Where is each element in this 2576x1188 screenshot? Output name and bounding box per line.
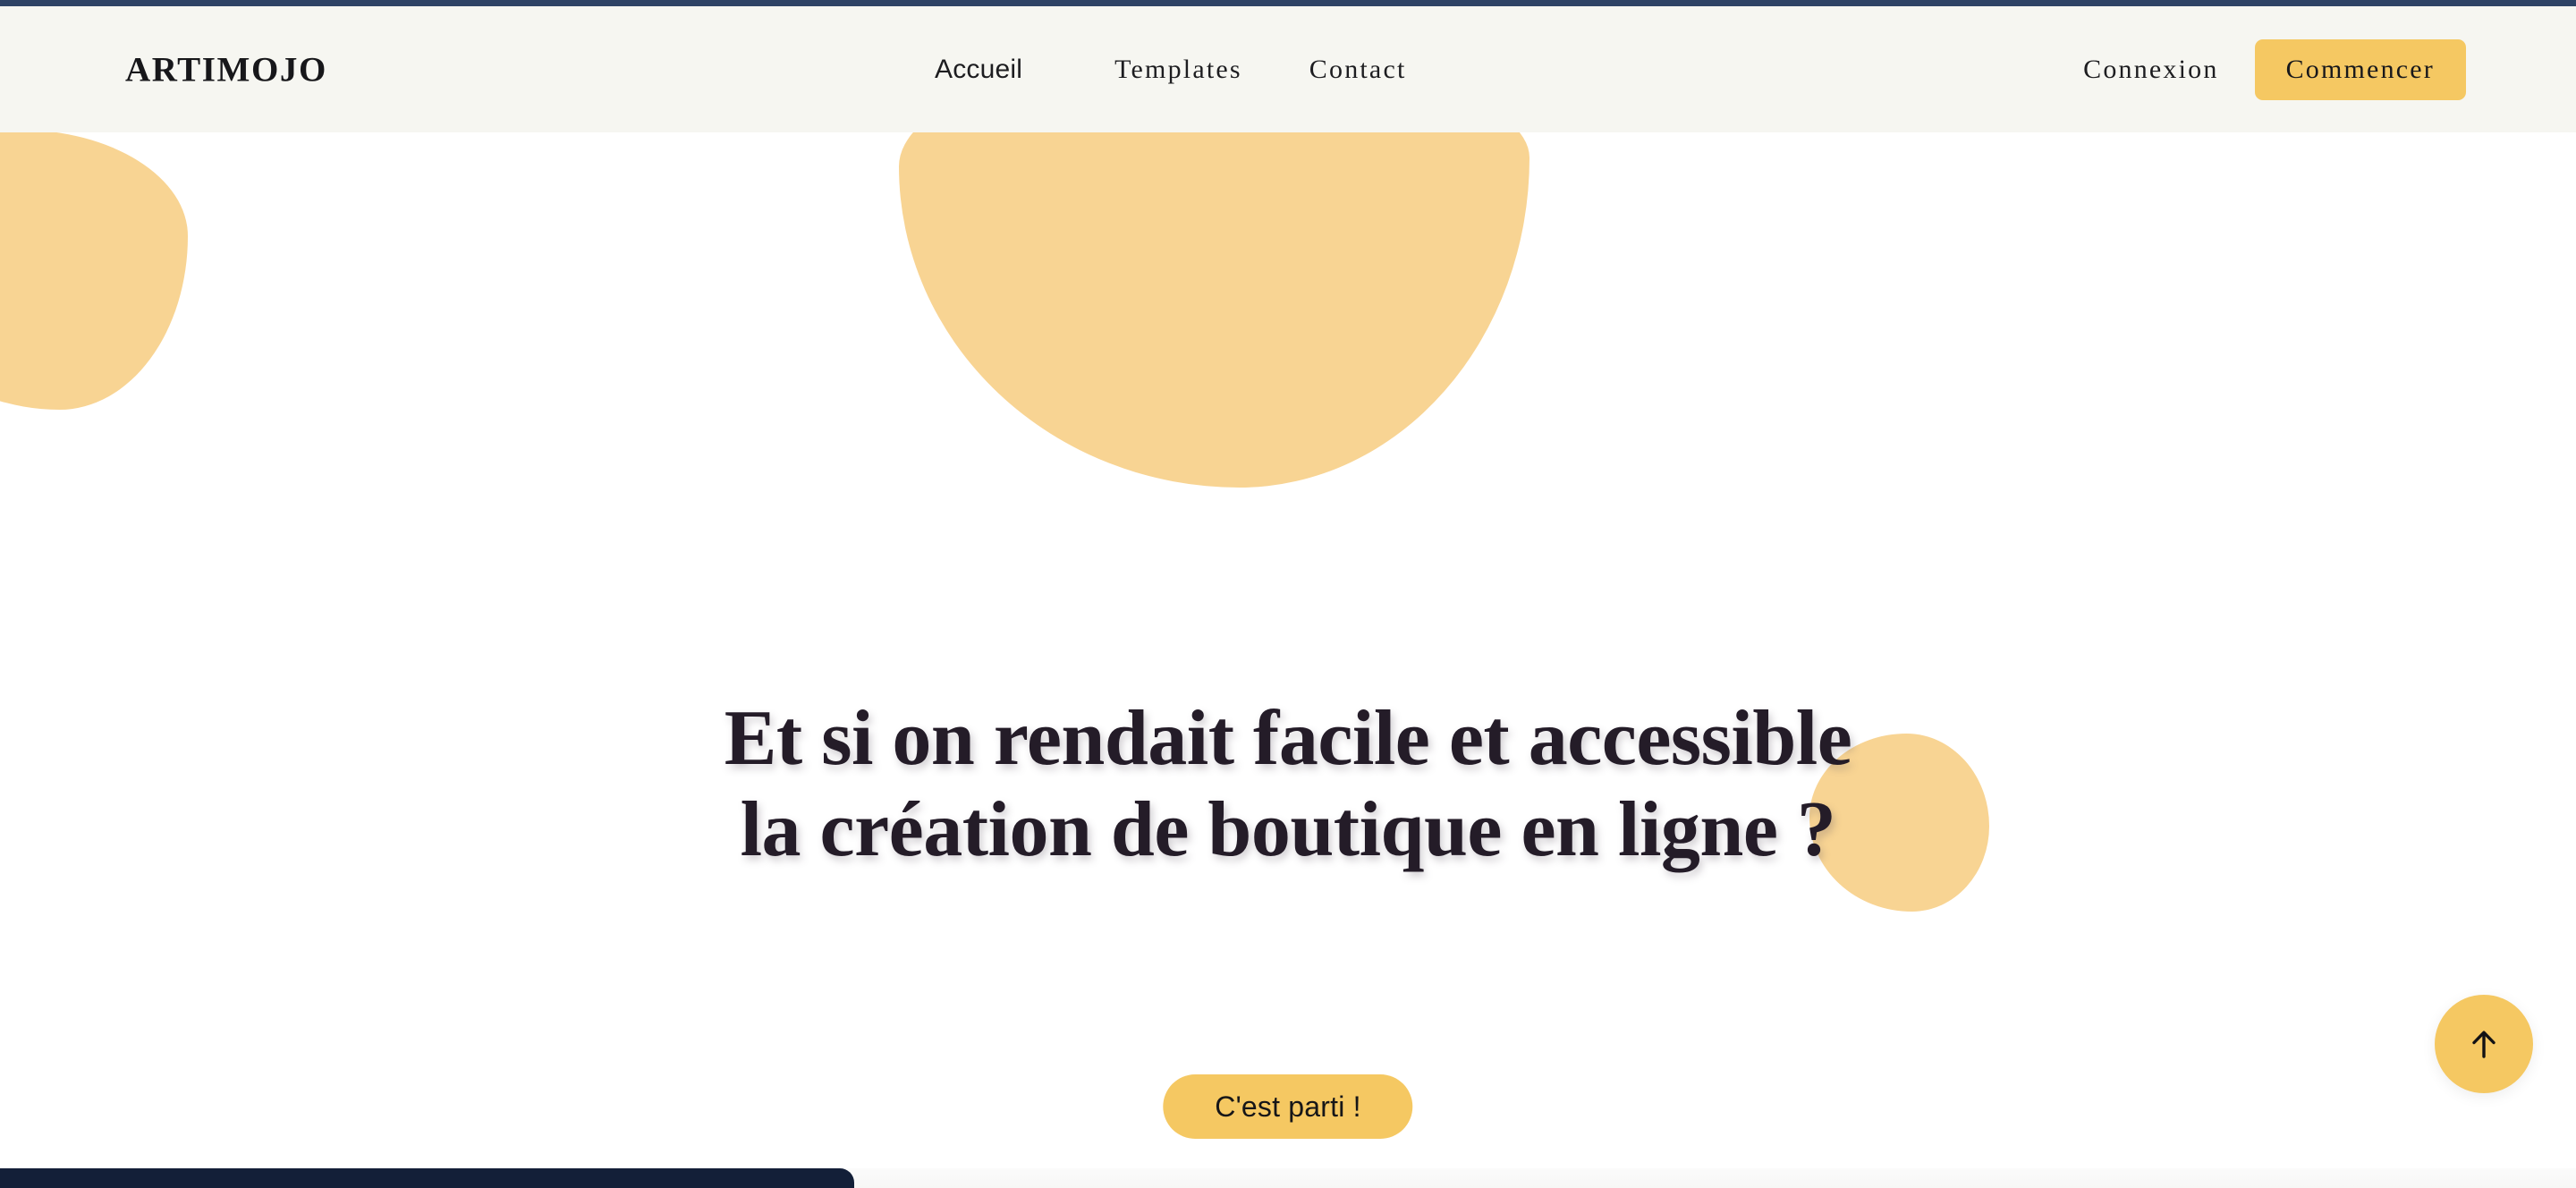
brand-logo[interactable]: ARTIMOJO bbox=[125, 52, 327, 87]
hero-cta-wrapper: C'est parti ! bbox=[1163, 1074, 1413, 1139]
site-header: ARTIMOJO Accueil Templates Contact Conne… bbox=[0, 6, 2576, 132]
footer-panel-peek bbox=[0, 1168, 854, 1188]
page-root: ARTIMOJO Accueil Templates Contact Conne… bbox=[0, 0, 2576, 1188]
scroll-to-top-button[interactable] bbox=[2435, 995, 2533, 1093]
start-button[interactable]: Commencer bbox=[2254, 38, 2466, 100]
header-actions: Connexion Commencer bbox=[2083, 38, 2466, 100]
hero-section: Et si on rendait facile et accessible la… bbox=[0, 132, 2576, 1188]
hero-cta-button[interactable]: C'est parti ! bbox=[1163, 1074, 1413, 1139]
nav-item-contact[interactable]: Contact bbox=[1309, 55, 1407, 83]
main-navigation: Accueil Templates Contact bbox=[935, 55, 1407, 83]
top-accent-strip bbox=[0, 0, 2576, 6]
nav-item-templates[interactable]: Templates bbox=[1114, 55, 1242, 83]
arrow-up-icon bbox=[2470, 1029, 2497, 1059]
login-link[interactable]: Connexion bbox=[2083, 55, 2218, 83]
hero-title: Et si on rendait facile et accessible la… bbox=[724, 695, 1852, 873]
nav-item-accueil[interactable]: Accueil bbox=[935, 55, 1022, 83]
